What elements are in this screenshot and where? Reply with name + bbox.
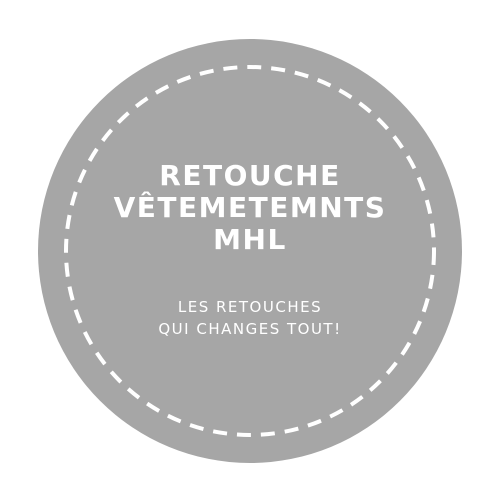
badge-tagline-line-2: QUI CHANGES TOUT! [158, 320, 342, 338]
badge-tagline: LES RETOUCHES QUI CHANGES TOUT! [50, 296, 450, 340]
badge-title: RETOUCHE VÊTEMETEMNTS MHL [50, 160, 450, 256]
badge-title-line-3: MHL [213, 223, 287, 256]
logo-badge: RETOUCHE VÊTEMETEMNTS MHL LES RETOUCHES … [0, 0, 500, 500]
badge-title-line-1: RETOUCHE [159, 159, 341, 192]
badge-title-line-2: VÊTEMETEMNTS [113, 191, 387, 224]
badge-tagline-line-1: LES RETOUCHES [177, 298, 323, 316]
